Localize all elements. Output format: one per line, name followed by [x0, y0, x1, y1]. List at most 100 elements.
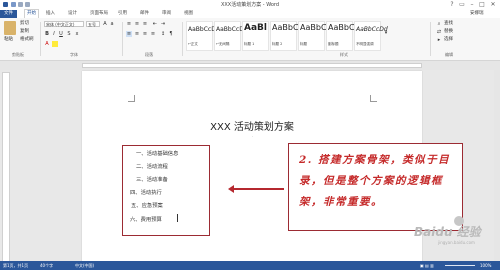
- watermark: Baidu 经验 jingyan.baidu.com: [410, 213, 498, 253]
- style-subtitle[interactable]: AaBbC 副标题: [326, 21, 355, 51]
- font-size-select[interactable]: 五号: [86, 21, 100, 27]
- zoom-level[interactable]: 100%: [480, 261, 491, 270]
- show-marks-icon[interactable]: ¶: [168, 31, 174, 37]
- highlight-icon[interactable]: [52, 41, 58, 47]
- replace-icon[interactable]: ⇄: [436, 29, 442, 35]
- language-indicator[interactable]: 中文(中国): [75, 261, 94, 270]
- shrink-font-icon[interactable]: a: [109, 21, 115, 27]
- style-name: ↵正文: [188, 42, 198, 46]
- margin-mark: [128, 95, 135, 102]
- cut-button[interactable]: 剪切: [20, 21, 29, 27]
- style-subtle-emphasis[interactable]: AaBbCcDd 不明显强调: [354, 21, 388, 51]
- arrow-head-icon: [228, 185, 234, 193]
- style-name: 不明显强调: [356, 42, 374, 46]
- annotation-text: 2. 搭建方案骨架，类似于目录，但是整个方案的逻辑框架，非常重要。: [299, 154, 451, 208]
- increase-indent-icon[interactable]: ⇥: [160, 21, 166, 27]
- help-button[interactable]: ?: [448, 1, 456, 8]
- find-button[interactable]: 查找: [444, 21, 453, 27]
- editing-group-label: 编辑: [445, 52, 453, 57]
- bullets-icon[interactable]: ≡: [126, 21, 132, 27]
- paragraph-group-label: 段落: [145, 52, 153, 57]
- style-heading-2[interactable]: AaBbC 标题 2: [270, 21, 299, 51]
- underline-button[interactable]: U: [58, 31, 64, 37]
- paste-icon[interactable]: [4, 21, 16, 35]
- outline-item[interactable]: 二、活动流程: [136, 162, 168, 170]
- style-title[interactable]: AaBbC 标题: [298, 21, 327, 51]
- outline-item[interactable]: 四、活动执行: [130, 188, 162, 196]
- account-name[interactable]: 安娜瑞: [470, 10, 484, 18]
- font-group-label: 字体: [70, 52, 78, 57]
- strikethrough-button[interactable]: S: [66, 31, 72, 37]
- document-title[interactable]: XXX 活动策划方案: [82, 118, 422, 133]
- view-buttons[interactable]: ▣ ▤ ▥: [420, 261, 434, 270]
- word-count[interactable]: 40个字: [40, 261, 53, 270]
- minimize-button[interactable]: –: [468, 1, 476, 8]
- outline-item[interactable]: 五、应急预案: [131, 201, 163, 209]
- tab-page-layout[interactable]: 页面布局: [90, 10, 108, 18]
- window-title: XXX活动策划方案 - Word: [220, 2, 280, 8]
- style-sample: AaBbC: [328, 23, 355, 32]
- align-right-icon[interactable]: ≡: [142, 31, 148, 37]
- copy-button[interactable]: 复制: [20, 29, 29, 35]
- separator: [122, 22, 123, 56]
- numbering-icon[interactable]: ≡: [134, 21, 140, 27]
- grow-font-icon[interactable]: A: [102, 21, 108, 27]
- subscript-button[interactable]: x: [74, 31, 80, 37]
- style-no-spacing[interactable]: AaBbCcDd ↵无间隔: [214, 21, 248, 51]
- close-button[interactable]: ✕: [489, 1, 497, 8]
- select-button[interactable]: 选择: [444, 37, 453, 43]
- style-name: 副标题: [328, 42, 339, 46]
- format-painter-button[interactable]: 格式刷: [20, 37, 34, 43]
- justify-icon[interactable]: ≡: [150, 31, 156, 37]
- bold-button[interactable]: B: [44, 31, 50, 37]
- separator: [430, 22, 431, 56]
- style-heading-1[interactable]: AaBl 标题 1: [242, 21, 269, 51]
- style-name: 标题: [300, 42, 307, 46]
- find-icon[interactable]: ⌕: [436, 21, 442, 27]
- paragraph-mark: ·: [252, 134, 254, 139]
- align-center-icon[interactable]: ≡: [134, 31, 140, 37]
- tab-insert[interactable]: 插入: [46, 10, 55, 18]
- italic-button[interactable]: I: [51, 31, 57, 37]
- tab-home[interactable]: 开始: [24, 9, 39, 18]
- annotation-arrow: [232, 188, 284, 190]
- tab-references[interactable]: 引用: [118, 10, 127, 18]
- horizontal-ruler[interactable]: [0, 61, 500, 70]
- zoom-slider[interactable]: [445, 265, 475, 266]
- paste-button[interactable]: 粘贴: [4, 37, 13, 43]
- multilevel-list-icon[interactable]: ≡: [142, 21, 148, 27]
- ruler-track: [82, 63, 422, 68]
- styles-more-icon[interactable]: ▾: [383, 30, 389, 36]
- outline-item[interactable]: 三、活动准备: [136, 175, 168, 183]
- style-name: ↵无间隔: [216, 42, 230, 46]
- font-color-icon[interactable]: A: [44, 41, 50, 47]
- style-sample: AaBbC: [300, 23, 327, 32]
- separator: [40, 22, 41, 56]
- tab-view[interactable]: 视图: [184, 10, 193, 18]
- text-cursor: [177, 214, 178, 222]
- ribbon: 粘贴 剪切 复制 格式刷 剪贴板 宋体 (中文正文) 五号 A a B I U …: [0, 18, 500, 61]
- watermark-url: jingyan.baidu.com: [438, 240, 475, 245]
- outline-item[interactable]: 六、费用预算: [130, 215, 162, 223]
- tab-file[interactable]: 文件: [0, 10, 17, 18]
- ribbon-display-button[interactable]: ▭: [458, 1, 466, 8]
- styles-group-label: 样式: [340, 52, 348, 57]
- tab-mailings[interactable]: 邮件: [140, 10, 149, 18]
- align-left-icon[interactable]: ≡: [126, 31, 132, 37]
- vertical-ruler[interactable]: [2, 72, 10, 262]
- select-icon[interactable]: ▸: [436, 37, 442, 43]
- tab-design[interactable]: 设计: [68, 10, 77, 18]
- clipboard-group-label: 剪贴板: [12, 52, 24, 57]
- replace-button[interactable]: 替换: [444, 29, 453, 35]
- page-count[interactable]: 第1页，共1页: [3, 261, 28, 270]
- tab-review[interactable]: 审阅: [162, 10, 171, 18]
- style-normal[interactable]: AaBbCcDd ↵正文: [186, 21, 220, 51]
- style-sample: AaBbC: [272, 23, 299, 32]
- font-family-select[interactable]: 宋体 (中文正文): [44, 21, 84, 27]
- ribbon-tabs: 文件 开始 插入 设计 页面布局 引用 邮件 审阅 视图 安娜瑞: [0, 9, 500, 18]
- line-spacing-icon[interactable]: ↕: [160, 31, 166, 37]
- maximize-button[interactable]: □: [478, 1, 486, 8]
- decrease-indent-icon[interactable]: ⇤: [152, 21, 158, 27]
- separator: [182, 22, 183, 56]
- outline-item[interactable]: 一、活动基础信息: [136, 149, 178, 157]
